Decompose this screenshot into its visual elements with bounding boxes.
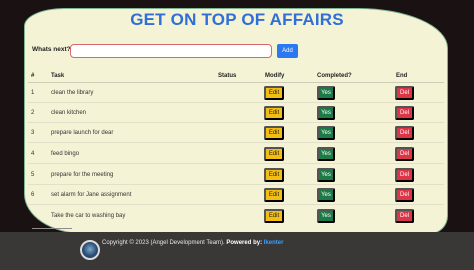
col-header-number: #	[31, 73, 35, 79]
row-task: Take the car to washing bay	[51, 213, 126, 219]
table-row: 1 clean the library Edit Yes Del	[0, 83, 474, 103]
row-divider	[28, 204, 444, 205]
delete-button[interactable]: Del	[395, 126, 414, 140]
complete-button[interactable]: Yes	[317, 126, 335, 140]
table-header: # Task Status Modify Completed? End	[0, 73, 474, 81]
col-header-completed: Completed?	[317, 73, 352, 79]
task-input[interactable]	[70, 44, 272, 58]
complete-button[interactable]: Yes	[317, 209, 335, 223]
row-number: 3	[31, 130, 35, 136]
complete-button[interactable]: Yes	[317, 86, 335, 100]
scroll-indicator	[32, 228, 72, 229]
table-row: 3 prepare launch for dear Edit Yes Del	[0, 123, 474, 143]
row-task: clean the library	[51, 90, 94, 96]
add-button[interactable]: Add	[277, 44, 298, 58]
table-row: 2 clean kitchen Edit Yes Del	[0, 103, 474, 123]
footer-brand-link[interactable]: Ikenter	[264, 240, 284, 246]
row-divider	[28, 142, 444, 143]
edit-button[interactable]: Edit	[264, 209, 284, 223]
col-header-modify: Modify	[265, 73, 285, 79]
edit-button[interactable]: Edit	[264, 188, 284, 202]
page-title: GET ON TOP OF AFFAIRS	[130, 10, 344, 29]
table-row: Take the car to washing bay Edit Yes Del	[0, 206, 474, 226]
delete-button[interactable]: Del	[395, 188, 414, 202]
edit-button[interactable]: Edit	[264, 168, 284, 182]
row-number: 4	[31, 151, 35, 157]
row-number: 2	[31, 110, 35, 116]
row-number: 6	[31, 192, 35, 198]
table-row: 6 set alarm for Jane assignment Edit Yes…	[0, 185, 474, 205]
row-task: prepare for the meeting	[51, 172, 114, 178]
row-divider	[28, 163, 444, 164]
row-number: 5	[31, 172, 35, 178]
col-header-end: End	[396, 73, 408, 79]
row-number: 1	[31, 90, 35, 96]
delete-button[interactable]: Del	[395, 168, 414, 182]
delete-button[interactable]: Del	[395, 86, 414, 100]
table-row: 5 prepare for the meeting Edit Yes Del	[0, 165, 474, 185]
row-task: prepare launch for dear	[51, 130, 114, 136]
page-footer	[0, 232, 474, 270]
footer-powered-by: Powered by:	[226, 240, 263, 246]
delete-button[interactable]: Del	[395, 209, 414, 223]
complete-button[interactable]: Yes	[317, 147, 335, 161]
row-task: set alarm for Jane assignment	[51, 192, 132, 198]
complete-button[interactable]: Yes	[317, 106, 335, 120]
edit-button[interactable]: Edit	[264, 86, 284, 100]
edit-button[interactable]: Edit	[264, 147, 284, 161]
edit-button[interactable]: Edit	[264, 106, 284, 120]
footer-copyright: Copyright © 2023 (Angel Development Team…	[102, 240, 225, 246]
whats-next-label: Whats next?	[32, 46, 71, 53]
row-task: feed bingo	[51, 151, 80, 157]
footer-text: Copyright © 2023 (Angel Development Team…	[102, 240, 283, 246]
delete-button[interactable]: Del	[395, 147, 414, 161]
delete-button[interactable]: Del	[395, 106, 414, 120]
team-logo-icon	[80, 240, 100, 260]
complete-button[interactable]: Yes	[317, 188, 335, 202]
col-header-task: Task	[51, 73, 65, 79]
row-task: clean kitchen	[51, 110, 87, 116]
complete-button[interactable]: Yes	[317, 168, 335, 182]
col-header-status: Status	[218, 73, 237, 79]
edit-button[interactable]: Edit	[264, 126, 284, 140]
table-row: 4 feed bingo Edit Yes Del	[0, 144, 474, 164]
